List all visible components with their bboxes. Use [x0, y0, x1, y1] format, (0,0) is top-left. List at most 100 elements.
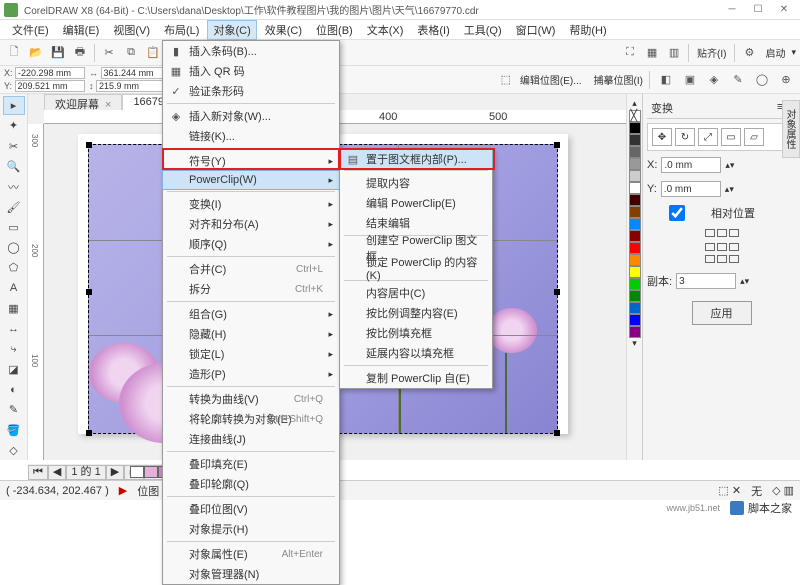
- mi-symbol[interactable]: 符号(Y)▸: [163, 151, 339, 171]
- x-position-input[interactable]: [15, 67, 85, 79]
- snap-dropdown[interactable]: 贴齐(I): [693, 45, 730, 60]
- position-icon[interactable]: ✥: [652, 128, 672, 146]
- anchor-grid[interactable]: [647, 255, 796, 263]
- color-swatch[interactable]: [629, 230, 641, 242]
- mi-object-mgr[interactable]: 对象管理器(N): [163, 564, 339, 584]
- trace-bitmap-button[interactable]: 捕摹位图(I): [594, 72, 643, 87]
- more-icon[interactable]: ◯: [752, 70, 772, 90]
- fill-tool[interactable]: 🪣: [3, 421, 25, 440]
- mi-group[interactable]: 组合(G)▸: [163, 304, 339, 324]
- wrap-icon[interactable]: ◈: [704, 70, 724, 90]
- menu-table[interactable]: 表格(I): [411, 20, 455, 40]
- object-properties-tab[interactable]: 对象属性: [782, 100, 800, 158]
- mi-align[interactable]: 对齐和分布(A)▸: [163, 214, 339, 234]
- mi-insert-qr[interactable]: ▦插入 QR 码: [163, 61, 339, 81]
- color-swatch[interactable]: [130, 466, 144, 478]
- zoom-tool[interactable]: 🔍: [3, 157, 25, 176]
- rectangle-tool[interactable]: ▭: [3, 218, 25, 237]
- selection-handle[interactable]: [554, 142, 560, 148]
- mask-icon[interactable]: ▣: [680, 70, 700, 90]
- dropshadow-tool[interactable]: ◪: [3, 360, 25, 379]
- menu-effects[interactable]: 效果(C): [259, 20, 308, 40]
- fullscreen-icon[interactable]: ⛶: [620, 43, 640, 63]
- mi-object-hint[interactable]: 对象提示(H): [163, 519, 339, 539]
- size-icon[interactable]: ▭: [721, 128, 741, 146]
- artistic-tool[interactable]: 🖌: [3, 197, 25, 216]
- selection-handle[interactable]: [86, 142, 92, 148]
- width-input[interactable]: [101, 67, 171, 79]
- mi-validate-barcode[interactable]: ✓验证条形码: [163, 81, 339, 101]
- save-icon[interactable]: 💾: [48, 43, 68, 63]
- menu-object[interactable]: 对象(C): [207, 20, 256, 40]
- color-swatch[interactable]: [629, 242, 641, 254]
- mi-hide[interactable]: 隐藏(H)▸: [163, 324, 339, 344]
- open-icon[interactable]: 📂: [26, 43, 46, 63]
- menu-tools[interactable]: 工具(Q): [458, 20, 508, 40]
- mi-powerclip[interactable]: PowerClip(W)▸: [162, 170, 340, 190]
- selection-handle[interactable]: [554, 289, 560, 295]
- menu-help[interactable]: 帮助(H): [563, 20, 612, 40]
- connector-tool[interactable]: ⤷: [3, 339, 25, 358]
- mi-transform[interactable]: 变换(I)▸: [163, 194, 339, 214]
- dimension-tool[interactable]: ↔: [3, 319, 25, 338]
- relative-checkbox[interactable]: [647, 205, 707, 221]
- selection-handle[interactable]: [554, 430, 560, 436]
- ellipse-tool[interactable]: ◯: [3, 238, 25, 257]
- color-swatch[interactable]: [629, 206, 641, 218]
- color-swatch[interactable]: [629, 254, 641, 266]
- text-tool[interactable]: A: [3, 279, 25, 298]
- color-swatch[interactable]: [144, 466, 158, 478]
- crop-tool[interactable]: ✂: [3, 137, 25, 156]
- transparency-icon[interactable]: ◧: [656, 70, 676, 90]
- eyedropper-tool[interactable]: ✎: [3, 400, 25, 419]
- mi-object-props[interactable]: 对象属性(E)Alt+Enter: [163, 544, 339, 564]
- mi-join-curve[interactable]: 连接曲线(J): [163, 429, 339, 449]
- menu-bitmap[interactable]: 位图(B): [310, 20, 359, 40]
- maximize-button[interactable]: ☐: [746, 2, 770, 18]
- menu-view[interactable]: 视图(V): [107, 20, 156, 40]
- mi-place-inside[interactable]: ▤置于图文框内部(P)...: [339, 149, 493, 169]
- edit-bitmap-button[interactable]: 编辑位图(E)...: [520, 72, 582, 87]
- menu-layout[interactable]: 布局(L): [158, 20, 205, 40]
- mi-insert-barcode[interactable]: ▮插入条码(B)...: [163, 41, 339, 61]
- outline-tool[interactable]: ◇: [3, 441, 25, 460]
- color-swatch[interactable]: [629, 302, 641, 314]
- color-swatch[interactable]: [629, 122, 641, 134]
- next-page-button[interactable]: ▶: [106, 465, 124, 480]
- mi-insert-new[interactable]: ◈插入新对象(W)...: [163, 106, 339, 126]
- menu-edit[interactable]: 编辑(E): [57, 20, 106, 40]
- crop-icon[interactable]: ⬚: [496, 70, 516, 90]
- color-swatch[interactable]: [629, 266, 641, 278]
- minimize-button[interactable]: ─: [720, 2, 744, 18]
- first-page-button[interactable]: ⏮: [28, 465, 48, 480]
- menu-text[interactable]: 文本(X): [361, 20, 410, 40]
- color-swatch[interactable]: [629, 194, 641, 206]
- color-swatch[interactable]: [629, 158, 641, 170]
- menu-file[interactable]: 文件(E): [6, 20, 55, 40]
- freehand-tool[interactable]: 〰: [3, 177, 25, 196]
- mi-shaping[interactable]: 造形(P)▸: [163, 364, 339, 384]
- selection-handle[interactable]: [86, 430, 92, 436]
- mi-overprint-bitmap[interactable]: 叠印位图(V): [163, 499, 339, 519]
- color-swatch[interactable]: [629, 314, 641, 326]
- grid-icon[interactable]: ▦: [642, 43, 662, 63]
- color-swatch[interactable]: [629, 182, 641, 194]
- height-input[interactable]: [96, 80, 166, 92]
- new-icon[interactable]: 🗋: [4, 43, 24, 63]
- anchor-grid[interactable]: [647, 243, 796, 251]
- mi-order[interactable]: 顺序(Q)▸: [163, 234, 339, 254]
- menu-window[interactable]: 窗口(W): [510, 20, 562, 40]
- print-icon[interactable]: 🖶: [70, 43, 90, 63]
- tab-welcome[interactable]: 欢迎屏幕×: [44, 94, 122, 110]
- pick-tool[interactable]: ▸: [3, 96, 25, 115]
- prev-page-button[interactable]: ◀: [48, 465, 66, 480]
- scale-icon[interactable]: ⤢: [698, 128, 718, 146]
- add-icon[interactable]: ⊕: [776, 70, 796, 90]
- copy-icon[interactable]: ⧉: [121, 43, 141, 63]
- cut-icon[interactable]: ✂: [99, 43, 119, 63]
- y-position-input[interactable]: [15, 80, 85, 92]
- paste-icon[interactable]: 📋: [143, 43, 163, 63]
- transform-y-input[interactable]: [661, 181, 721, 197]
- color-swatch[interactable]: [629, 170, 641, 182]
- polygon-tool[interactable]: ⬠: [3, 258, 25, 277]
